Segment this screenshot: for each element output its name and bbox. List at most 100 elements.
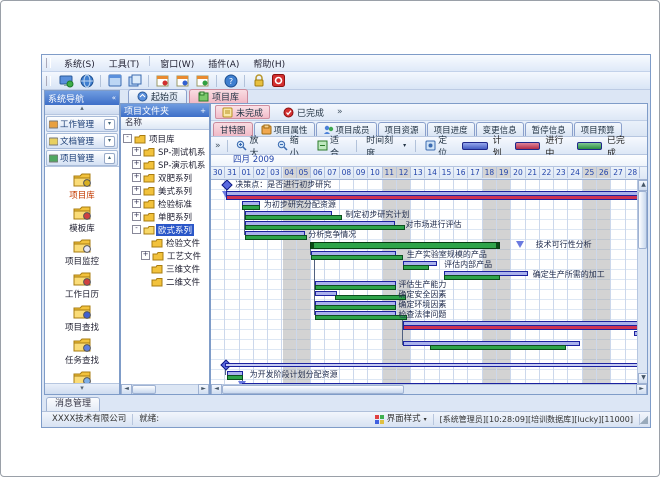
locate-button[interactable]: 定位 [422,139,458,152]
tree-item-label: SP-测试机系 [156,146,207,158]
calendar-user-button[interactable] [174,73,191,88]
calendar-check-button[interactable] [194,73,211,88]
lock-button[interactable] [250,73,267,88]
tree-item-SP-演示机系[interactable]: +SP-演示机系 [123,158,209,171]
expand-icon[interactable]: + [141,251,150,260]
window-button[interactable] [106,73,123,88]
expand-icon[interactable]: + [132,212,141,221]
marker-triangle-icon[interactable] [516,241,524,248]
filters-more-icon[interactable]: » [337,107,343,117]
subtab-甘特图[interactable]: 甘特图 [213,122,253,136]
menu-item-2[interactable]: 工具(T) [102,56,147,71]
scroll-thumb[interactable] [132,385,156,394]
gantt-vscrollbar[interactable]: ▲ ▼ [637,180,647,384]
expand-icon[interactable]: + [132,147,141,156]
gantt-hscrollbar[interactable]: ◄ ► [211,384,647,394]
toolbar-grip[interactable] [46,76,51,86]
tree-item-欧式系列[interactable]: -欧式系列 [123,223,209,236]
pin-icon[interactable]: + [200,107,206,115]
tree-column-header[interactable]: 名称 [121,117,209,130]
monitor-button[interactable] [58,73,75,88]
menu-bar: 系统(S)工具(T) 窗口(W)插件(A)帮助(H) [42,55,650,72]
menu-item-3[interactable]: 窗口(W) [153,56,201,71]
scroll-down-icon[interactable]: ▼ [638,373,647,384]
scroll-right-icon[interactable]: ► [636,384,647,395]
gantt-chart[interactable]: 决策点：是否进行初步研究为初步研究分配资源制定初步研究计划对市场进行评估分析竞争… [211,180,637,384]
expand-icon[interactable]: + [132,186,141,195]
gantt-bar-thin[interactable] [225,363,637,367]
nav-group-3[interactable]: 项目管理▴ [46,150,118,166]
tree-item-检验标准[interactable]: +检验标准 [123,197,209,210]
collapse-icon[interactable]: - [132,225,141,234]
nav-group-toggle-icon[interactable]: ▴ [104,153,115,164]
tab-项目库[interactable]: 项目库 [189,89,248,103]
tree-item-二维文件[interactable]: 二维文件 [123,275,209,288]
tree-panel-title: 项目文件夹 [124,104,169,117]
help-button[interactable]: ? [222,73,239,88]
message-management-tab[interactable]: 消息管理 [46,397,100,411]
calendar-button[interactable] [154,73,171,88]
tree-item-工艺文件[interactable]: +工艺文件 [123,249,209,262]
nav-group-toggle-icon[interactable]: ▾ [104,136,115,147]
filter-未完成[interactable]: 未完成 [215,105,270,119]
scroll-thumb[interactable] [222,385,404,394]
nav-item-工作日历[interactable]: 工作日历 [45,269,119,301]
globe-button[interactable] [78,73,95,88]
toolbar-more-icon[interactable]: » [215,141,221,151]
tree-item-双肥系列[interactable]: +双肥系列 [123,171,209,184]
tree-item-检验文件[interactable]: 检验文件 [123,236,209,249]
tree-item-三维文件[interactable]: 三维文件 [123,262,209,275]
nav-group-1[interactable]: 工作管理▾ [46,116,118,132]
nav-item-项目查找[interactable]: 项目查找 [45,302,119,334]
day-header-cell: 23 [554,167,568,178]
resize-grip[interactable] [640,416,648,424]
expand-icon[interactable]: + [132,199,141,208]
scroll-thumb[interactable] [638,191,647,249]
tree-hscrollbar[interactable]: ◄ ► [121,384,209,394]
stop-button[interactable] [270,73,287,88]
filter-已完成[interactable]: 已完成 [276,105,331,119]
zoom-in-button[interactable]: 放大 [233,139,269,152]
scroll-right-icon[interactable]: ► [198,384,209,395]
windows-icon [128,74,142,87]
menu-item-1[interactable]: 系统(S) [57,56,102,71]
gantt-row: 评估内部产品 [211,260,637,270]
windows-button[interactable] [126,73,143,88]
nav-group-2[interactable]: 文档管理▾ [46,133,118,149]
ui-style-button[interactable]: 界面样式 ▾ [369,414,434,425]
nav-footer-strip[interactable]: ▾ [45,383,119,394]
menubar-grip[interactable] [46,58,51,68]
gantt-bar-plan[interactable] [634,331,637,336]
menu-item-5[interactable]: 帮助(H) [246,56,292,71]
tree-item-美式系列[interactable]: +美式系列 [123,184,209,197]
expand-icon[interactable]: + [132,160,141,169]
gantt-bar-summary[interactable] [310,242,501,249]
gantt-bar-thin[interactable] [242,383,637,384]
scroll-up-icon[interactable]: ▲ [638,180,647,191]
scroll-left-icon[interactable]: ◄ [121,384,132,395]
tree-item-SP-测试机系[interactable]: + SP-测试机系 [123,145,209,158]
collapse-icon[interactable]: - [123,134,132,143]
nav-item-项目文档查找[interactable]: 项目文档查找 [45,368,119,383]
nav-item-项目监控[interactable]: 项目监控 [45,236,119,268]
nav-collapse-strip[interactable]: ▴ [45,105,119,115]
menu-item-4[interactable]: 插件(A) [201,56,246,71]
fit-button[interactable]: 适合 [314,139,350,152]
tab-起始页[interactable]: 起始页 [128,89,187,103]
tree-item-项目库[interactable]: -项目库 [123,132,209,145]
gantt-bar-plan[interactable] [315,291,337,296]
toolbar-separator [148,75,149,87]
nav-item-项目库[interactable]: 项目库 [45,170,119,202]
timescale-button[interactable]: 时间刻度▾ [363,139,409,152]
scroll-left-icon[interactable]: ◄ [211,384,222,395]
zoom-out-button[interactable]: 缩小 [274,139,310,152]
expand-icon[interactable]: + [132,173,141,182]
day-header-cell: 30 [211,167,225,178]
pin-icon[interactable]: « [112,94,116,102]
nav-item-模板库[interactable]: 模板库 [45,203,119,235]
tree-item-单肥系列[interactable]: +单肥系列 [123,210,209,223]
project-search-icon [72,303,92,320]
nav-group-toggle-icon[interactable]: ▾ [104,119,115,130]
nav-item-任务查找[interactable]: 任务查找 [45,335,119,367]
gantt-row [211,330,637,340]
